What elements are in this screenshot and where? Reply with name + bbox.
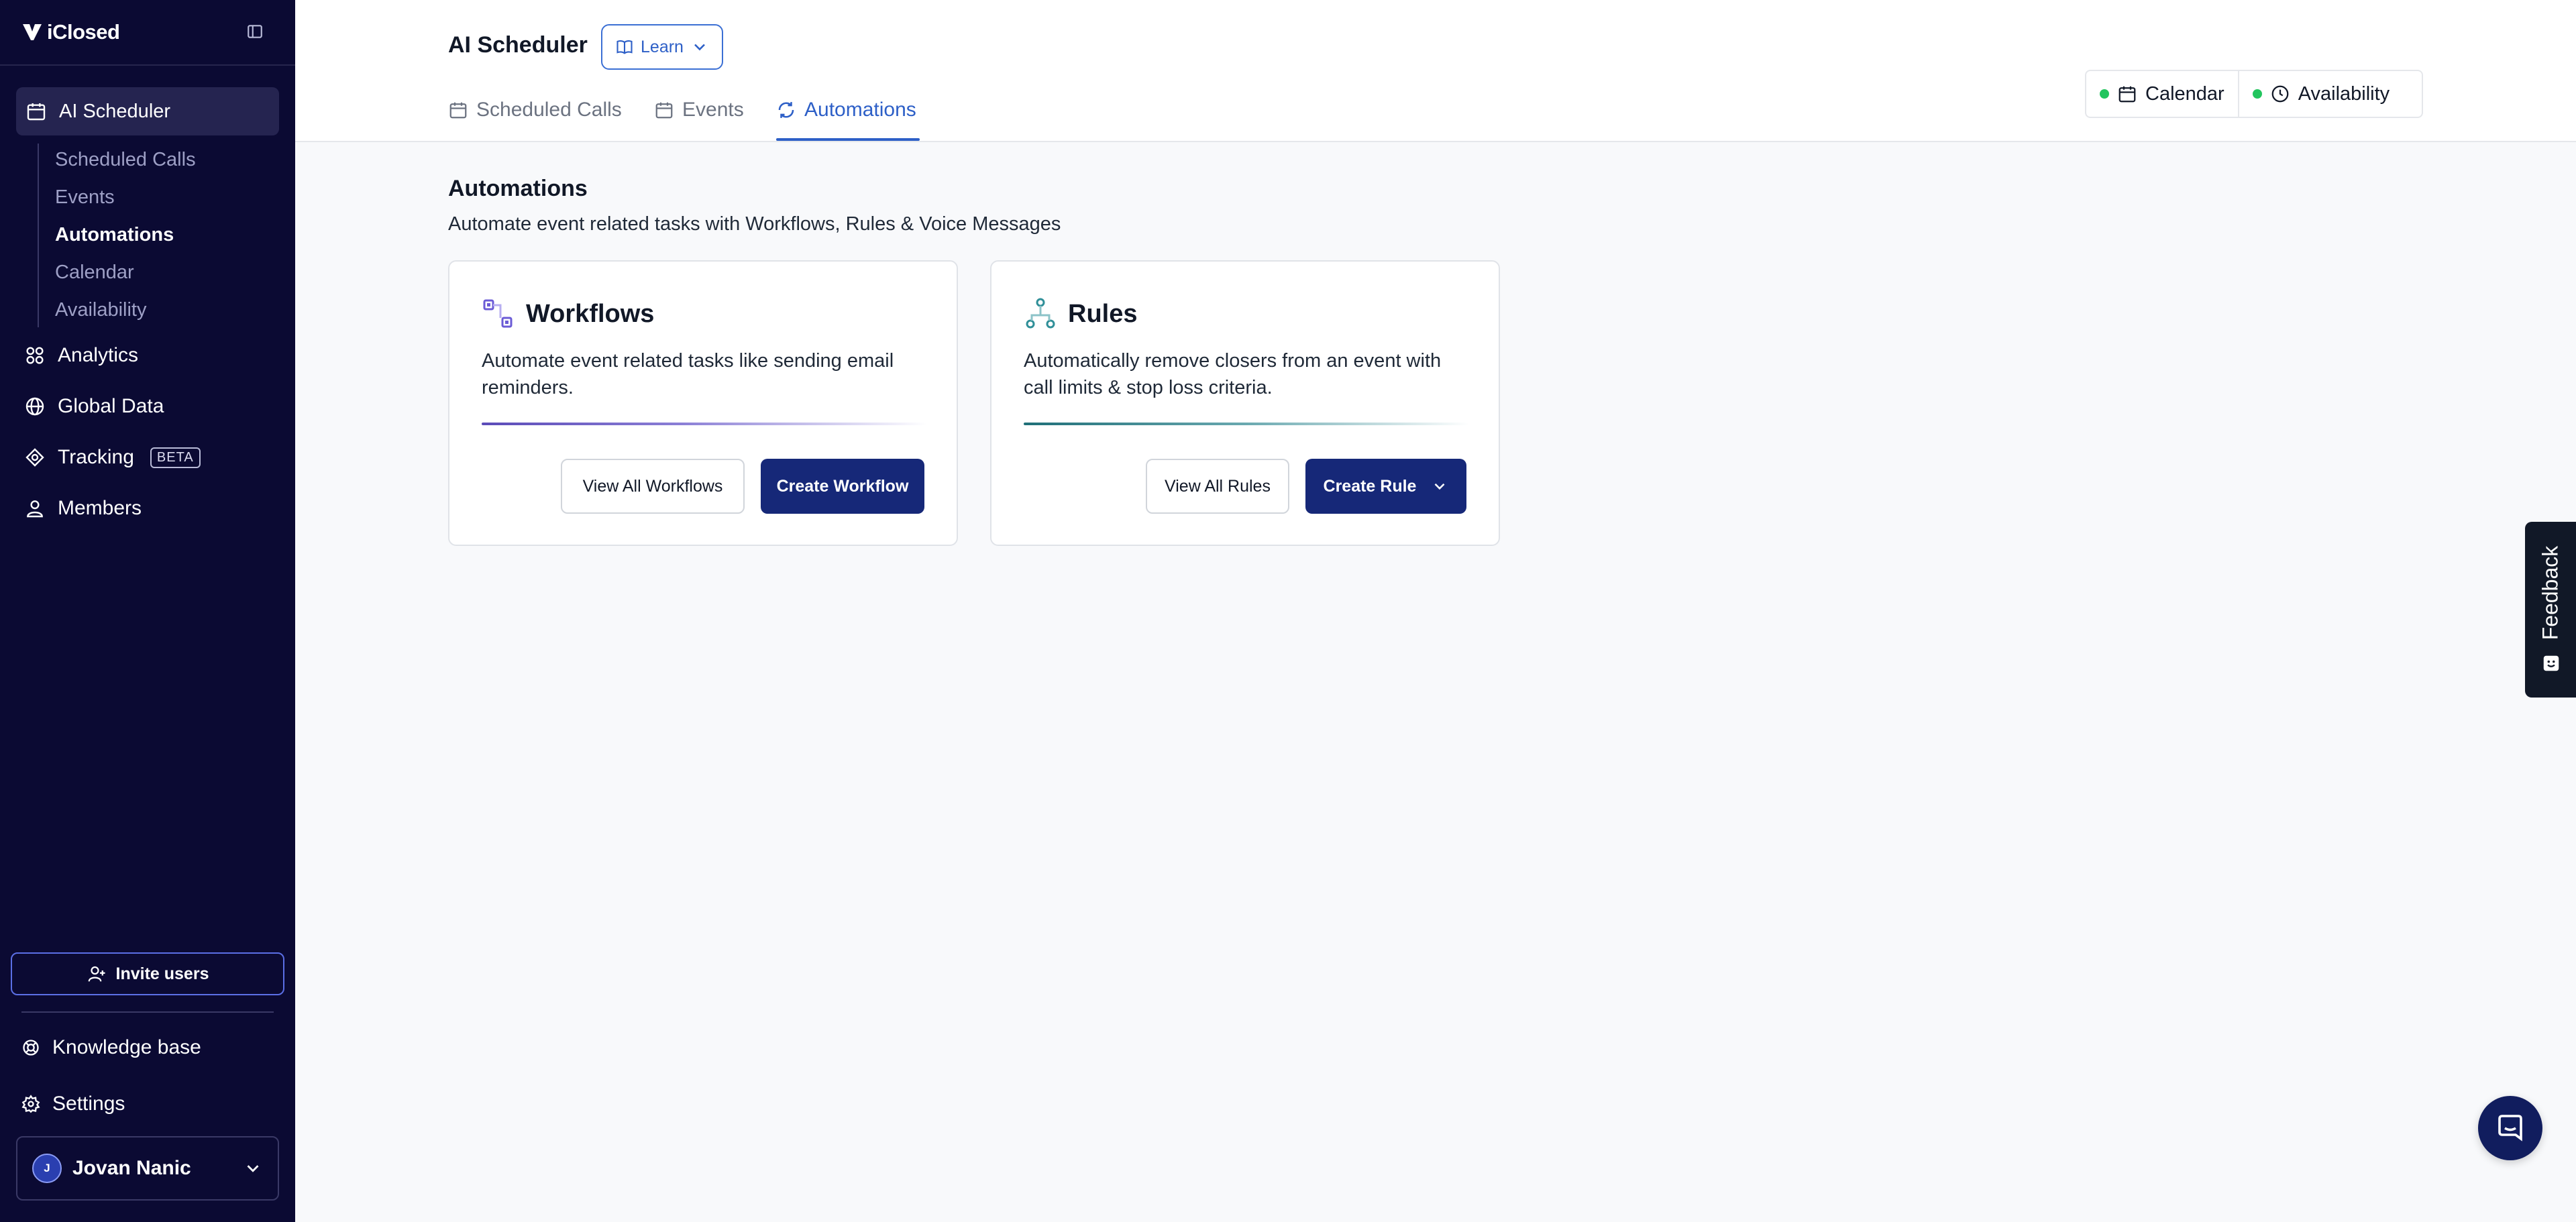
card-header: Rules (1024, 296, 1137, 331)
brand-logo[interactable]: iClosed (21, 19, 120, 46)
grid-icon (26, 347, 44, 364)
availability-status-button[interactable]: Availability (2237, 71, 2403, 117)
tab-events[interactable]: Events (654, 94, 744, 126)
feedback-smile-icon (2543, 655, 2559, 671)
user-menu[interactable]: J Jovan Nanic (16, 1136, 279, 1201)
create-workflow-button[interactable]: Create Workflow (761, 459, 924, 514)
calendar-icon (2118, 86, 2136, 103)
book-icon (616, 40, 633, 54)
sidebar-item-tracking[interactable]: Tracking BETA (24, 441, 201, 474)
sidebar-divider (0, 64, 295, 66)
tab-scheduled-calls[interactable]: Scheduled Calls (448, 94, 622, 126)
lifebuoy-icon (23, 1040, 39, 1056)
status-dot (2100, 89, 2109, 99)
calendar-status-label: Calendar (2145, 82, 2224, 105)
collapse-sidebar-button[interactable] (246, 22, 264, 41)
globe-icon (25, 397, 44, 416)
tab-label: Automations (804, 99, 916, 121)
users-icon (27, 500, 43, 518)
sidebar-item-ai-scheduler[interactable]: AI Scheduler (16, 87, 279, 135)
chevron-down-icon (694, 44, 705, 51)
status-dot (2252, 89, 2262, 99)
sidebar-subnav: Scheduled Calls Events Automations Calen… (38, 144, 239, 327)
sidebar-item-label: Knowledge base (52, 1036, 201, 1058)
card-divider (1024, 423, 1469, 425)
sidebar-subitem-automations[interactable]: Automations (55, 224, 174, 246)
sidebar-item-label: Settings (52, 1093, 125, 1115)
tab-automations[interactable]: Automations (776, 94, 916, 126)
sidebar-item-settings[interactable]: Settings (21, 1089, 125, 1119)
learn-dropdown-button[interactable]: Learn (601, 24, 723, 70)
active-tab-indicator (776, 138, 920, 141)
card-header: Workflows (482, 296, 654, 331)
sidebar-item-label: AI Scheduler (59, 100, 171, 122)
feedback-label: Feedback (2538, 545, 2563, 641)
user-name: Jovan Nanic (72, 1157, 191, 1179)
invite-users-button[interactable]: Invite users (11, 952, 284, 995)
invite-users-label: Invite users (115, 964, 209, 983)
card-title: Rules (1068, 299, 1138, 328)
beta-badge: BETA (150, 447, 201, 468)
card-title: Workflows (526, 299, 655, 328)
sidebar-divider (21, 1011, 274, 1013)
sidebar: iClosed AI Scheduler Scheduled Calls Eve… (0, 0, 295, 1222)
sidebar-subitem-events[interactable]: Events (55, 186, 115, 209)
card-divider (482, 423, 927, 425)
sidebar-subitem-scheduled-calls[interactable]: Scheduled Calls (55, 149, 196, 171)
page-header: AI Scheduler Learn Scheduled Calls Event… (295, 0, 2576, 142)
chevron-down-icon (1435, 483, 1445, 490)
sidebar-item-label: Analytics (58, 344, 139, 366)
refresh-icon (778, 102, 794, 118)
calendar-icon (27, 103, 46, 121)
rules-tree-icon (1026, 298, 1055, 329)
gear-icon (21, 1095, 40, 1113)
workflows-card: Workflows Automate event related tasks l… (448, 260, 958, 546)
sidebar-item-members[interactable]: Members (24, 492, 142, 524)
sidebar-item-knowledge-base[interactable]: Knowledge base (21, 1033, 201, 1062)
view-all-rules-button[interactable]: View All Rules (1146, 459, 1289, 514)
card-description: Automate event related tasks like sendin… (482, 350, 894, 398)
integration-status-group: Calendar Availability (2085, 70, 2423, 118)
calendar-status-button[interactable]: Calendar (2086, 71, 2238, 117)
view-all-workflows-button[interactable]: View All Workflows (561, 459, 745, 514)
sidebar-subitem-calendar[interactable]: Calendar (55, 262, 134, 284)
feedback-tab[interactable]: Feedback (2525, 522, 2576, 698)
brand-name: iClosed (47, 20, 120, 44)
card-description: Automatically remove closers from an eve… (1024, 350, 1442, 398)
learn-label: Learn (641, 37, 684, 56)
avatar: J (32, 1154, 62, 1183)
section-title: Automations (448, 176, 588, 201)
target-icon (25, 448, 44, 467)
sidebar-item-analytics[interactable]: Analytics (24, 339, 138, 372)
sidebar-item-global-data[interactable]: Global Data (24, 390, 164, 423)
sidebar-collapse-icon (248, 25, 262, 38)
create-workflow-label: Create Workflow (776, 476, 909, 496)
page-title: AI Scheduler (448, 32, 588, 58)
sidebar-subitem-availability[interactable]: Availability (55, 299, 146, 321)
chat-launcher-button[interactable] (2478, 1096, 2542, 1160)
sidebar-item-label: Global Data (58, 395, 164, 417)
clock-icon (2271, 85, 2289, 103)
calendar-icon (655, 102, 673, 119)
workflow-icon (483, 299, 513, 328)
sidebar-item-label: Members (58, 497, 142, 519)
availability-status-label: Availability (2298, 82, 2390, 105)
rules-card: Rules Automatically remove closers from … (990, 260, 1500, 546)
user-plus-icon (88, 966, 105, 982)
chevron-down-icon (247, 1165, 259, 1172)
section-subtitle: Automate event related tasks with Workfl… (448, 213, 1061, 235)
chat-icon (2498, 1115, 2522, 1142)
tab-label: Scheduled Calls (476, 99, 622, 121)
sidebar-item-label: Tracking (58, 446, 134, 468)
create-rule-button[interactable]: Create Rule (1305, 459, 1466, 514)
iclosed-logo-icon (23, 24, 42, 40)
tab-label: Events (682, 99, 744, 121)
calendar-icon (449, 102, 467, 119)
create-rule-label: Create Rule (1323, 476, 1417, 496)
